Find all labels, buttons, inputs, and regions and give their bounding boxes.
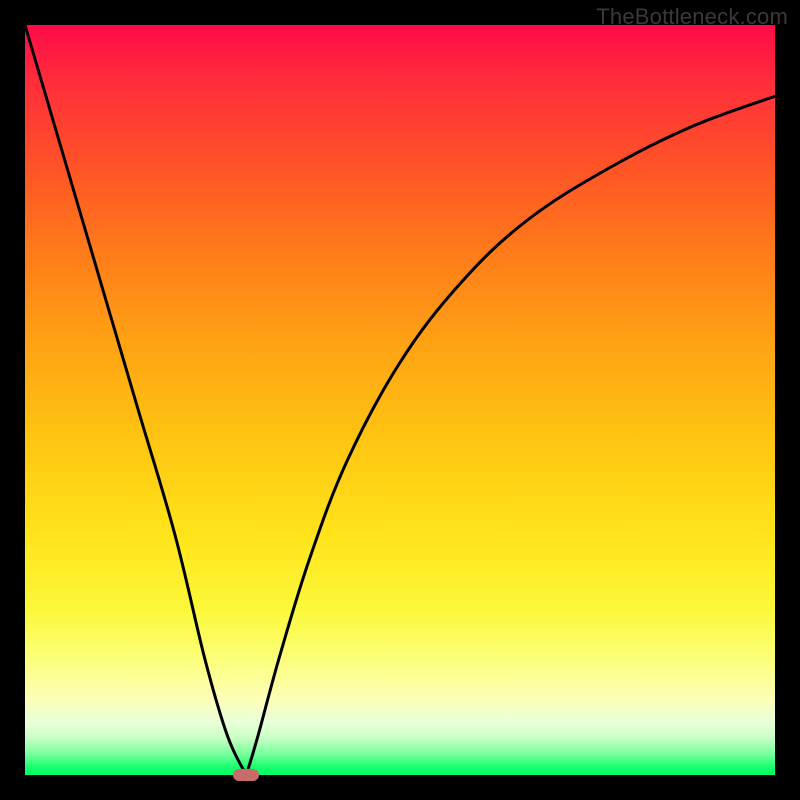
minimum-marker <box>233 769 259 781</box>
curve-right-branch <box>246 96 775 775</box>
curve-svg <box>25 25 775 775</box>
curve-left-branch <box>25 25 246 775</box>
plot-area <box>25 25 775 775</box>
chart-frame: TheBottleneck.com <box>0 0 800 800</box>
